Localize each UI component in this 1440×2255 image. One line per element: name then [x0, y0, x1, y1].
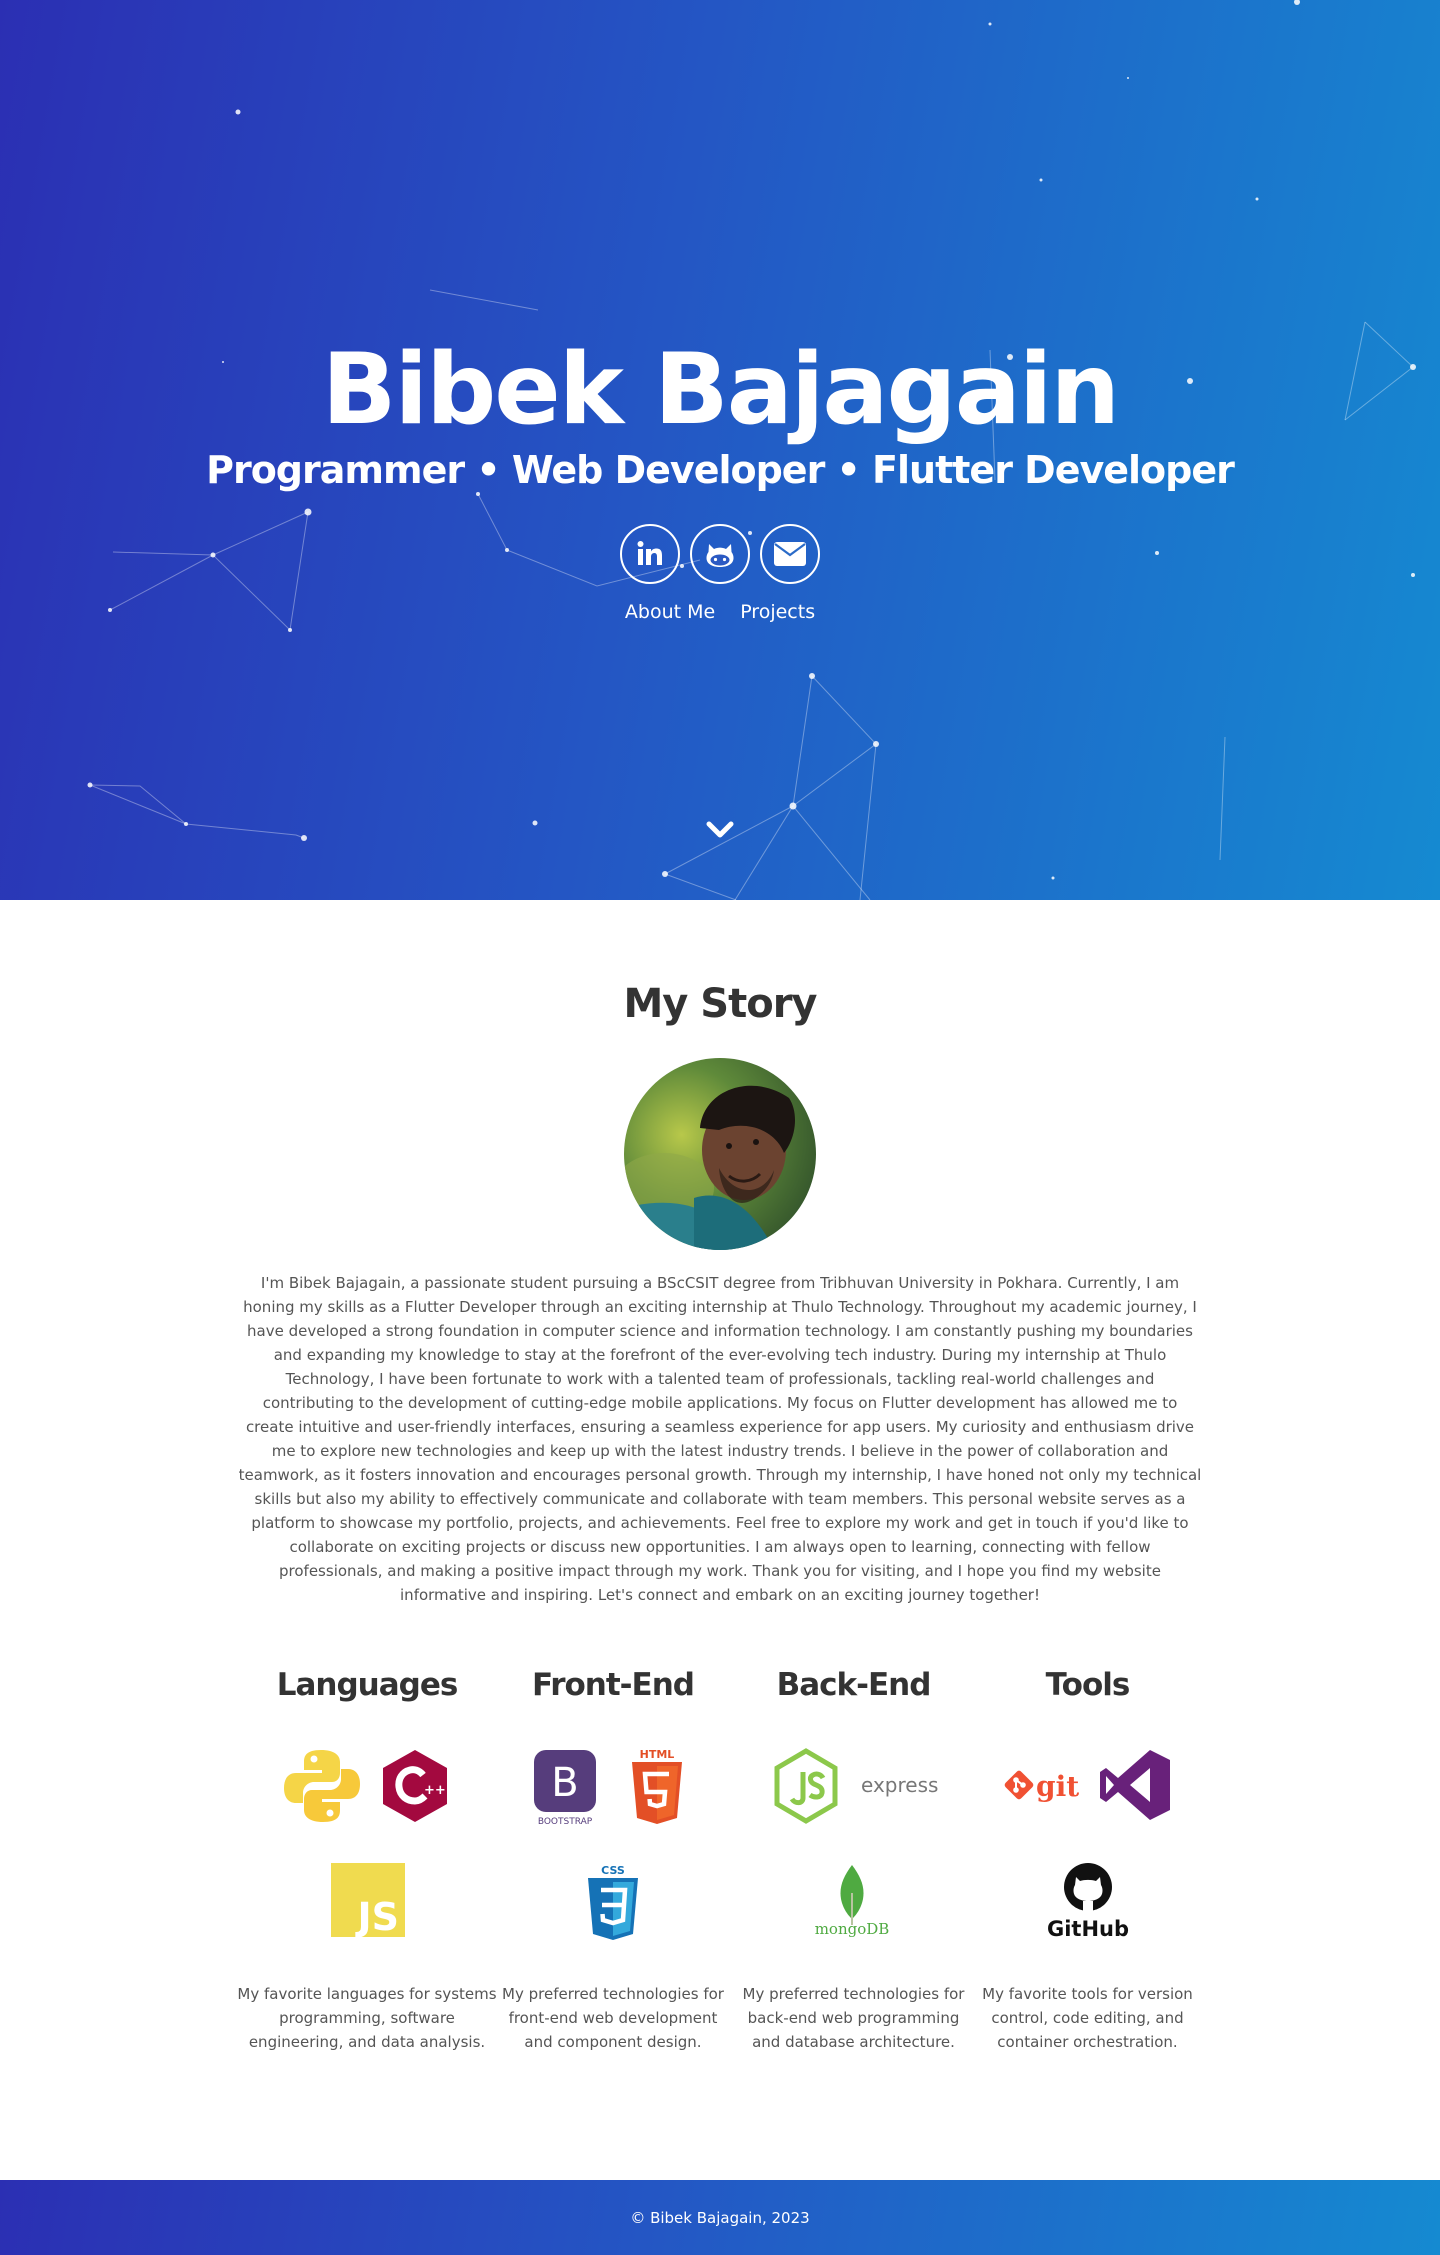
- frontend-title: Front-End: [532, 1667, 695, 1703]
- cplusplus-logo: ++: [383, 1750, 447, 1822]
- hero-subtitle: Programmer • Web Developer • Flutter Dev…: [206, 448, 1235, 492]
- html5-logo: HTML: [632, 1748, 682, 1824]
- footer: © Bibek Bajagain, 2023: [0, 2180, 1440, 2255]
- story-text: I'm Bibek Bajagain, a passionate student…: [238, 1274, 1202, 1604]
- python-logo: [284, 1750, 360, 1822]
- svg-text:HTML: HTML: [640, 1748, 675, 1761]
- svg-text:B: B: [551, 1760, 578, 1806]
- css3-logo: CSS: [588, 1864, 638, 1940]
- social-links: [620, 524, 820, 584]
- avatar: [624, 1058, 816, 1250]
- nodejs-logo: [774, 1748, 838, 1824]
- javascript-logo: JS: [331, 1863, 405, 1937]
- skills-backend: Back-End express mongoDB My preferred te…: [735, 1660, 972, 2051]
- my-story-title: My Story: [623, 981, 817, 1027]
- projects-link[interactable]: Projects: [740, 597, 815, 627]
- about-me-link[interactable]: About Me: [625, 597, 715, 627]
- email-button[interactable]: [760, 524, 820, 584]
- languages-title: Languages: [276, 1667, 459, 1703]
- hero-nav: About Me Projects: [0, 597, 1440, 627]
- github-icon: [706, 544, 734, 567]
- backend-title: Back-End: [776, 1667, 932, 1703]
- bootstrap-logo: B BOOTSTRAP: [534, 1750, 596, 1826]
- express-logo: express: [861, 1773, 938, 1797]
- copyright-text: © Bibek Bajagain, 2023: [630, 2208, 810, 2227]
- svg-text:JS: JS: [354, 1895, 399, 1937]
- tools-description: My favorite tools for version control, c…: [982, 1985, 1193, 2051]
- github-button[interactable]: [690, 524, 750, 584]
- svg-text:express: express: [861, 1773, 938, 1797]
- svg-text:GitHub: GitHub: [1047, 1917, 1129, 1939]
- frontend-description: My preferred technologies for front-end …: [502, 1985, 724, 2051]
- languages-description: My favorite languages for systems progra…: [237, 1985, 497, 2051]
- svg-text:git: git: [1036, 1770, 1079, 1803]
- svg-text:++: ++: [424, 1783, 446, 1798]
- skills-frontend: Front-End B BOOTSTRAP HTML CSS My prefer…: [498, 1660, 728, 2051]
- svg-text:BOOTSTRAP: BOOTSTRAP: [538, 1817, 593, 1826]
- visual-studio-logo: [1100, 1750, 1170, 1820]
- skills-languages: Languages ++ JS My favorite languages fo…: [232, 1660, 502, 2051]
- hero-section: Bibek Bajagain Programmer • Web Develope…: [0, 0, 1440, 900]
- skills-tools: Tools git GitHub My favorite tools for v…: [975, 1660, 1200, 2051]
- tools-title: Tools: [1045, 1667, 1131, 1703]
- envelope-icon: [774, 542, 806, 566]
- linkedin-icon: [637, 541, 662, 565]
- linkedin-button[interactable]: [620, 524, 680, 584]
- mongodb-logo: mongoDB: [815, 1865, 890, 1937]
- svg-text:mongoDB: mongoDB: [815, 1920, 890, 1937]
- backend-description: My preferred technologies for back-end w…: [742, 1985, 965, 2051]
- git-logo: git: [1004, 1770, 1079, 1803]
- chevron-down-icon[interactable]: [704, 818, 736, 842]
- github-logo: GitHub: [1047, 1863, 1129, 1939]
- svg-text:CSS: CSS: [601, 1864, 625, 1877]
- hero-name: Bibek Bajagain: [321, 333, 1120, 447]
